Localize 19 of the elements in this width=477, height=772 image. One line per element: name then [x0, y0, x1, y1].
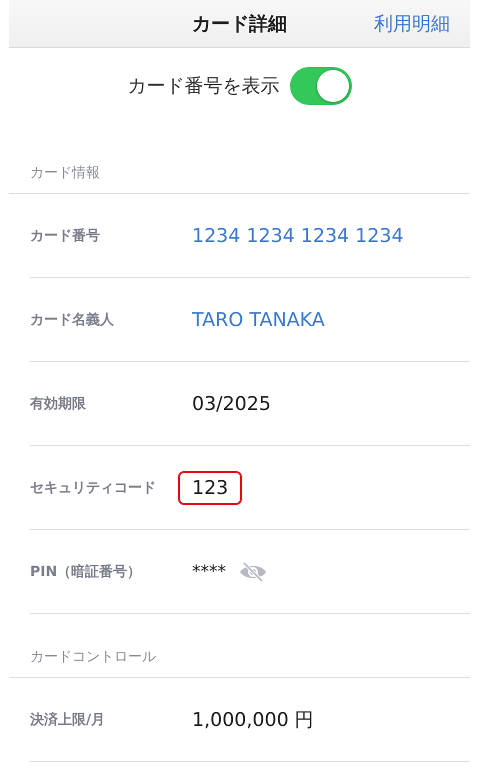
- field-label: 決済上限/月: [30, 710, 106, 728]
- field-value: TARO TANAKA: [192, 308, 325, 330]
- screen-title: カード詳細: [192, 12, 287, 36]
- toggle-label: カード番号を表示: [128, 74, 280, 99]
- statement-link[interactable]: 利用明細: [374, 10, 450, 36]
- field-label: カード番号: [30, 226, 101, 244]
- field-label: カード名義人: [30, 310, 115, 328]
- eye-slash-icon[interactable]: [238, 560, 268, 582]
- section-header: カード情報: [30, 164, 100, 182]
- field-label: 有効期限: [30, 394, 87, 412]
- field-value: 03/2025: [192, 392, 271, 414]
- masked-value: ****: [192, 562, 226, 582]
- field-label: セキュリティコード: [30, 478, 157, 496]
- field-value: 1,000,000 円: [192, 708, 314, 732]
- highlighted-value: 123: [178, 470, 242, 504]
- field-label: PIN（暗証番号）: [30, 562, 142, 580]
- field-value: 1234 1234 1234 1234: [192, 224, 404, 246]
- section-header: カードコントロール: [30, 648, 156, 666]
- show-number-switch[interactable]: [290, 67, 352, 105]
